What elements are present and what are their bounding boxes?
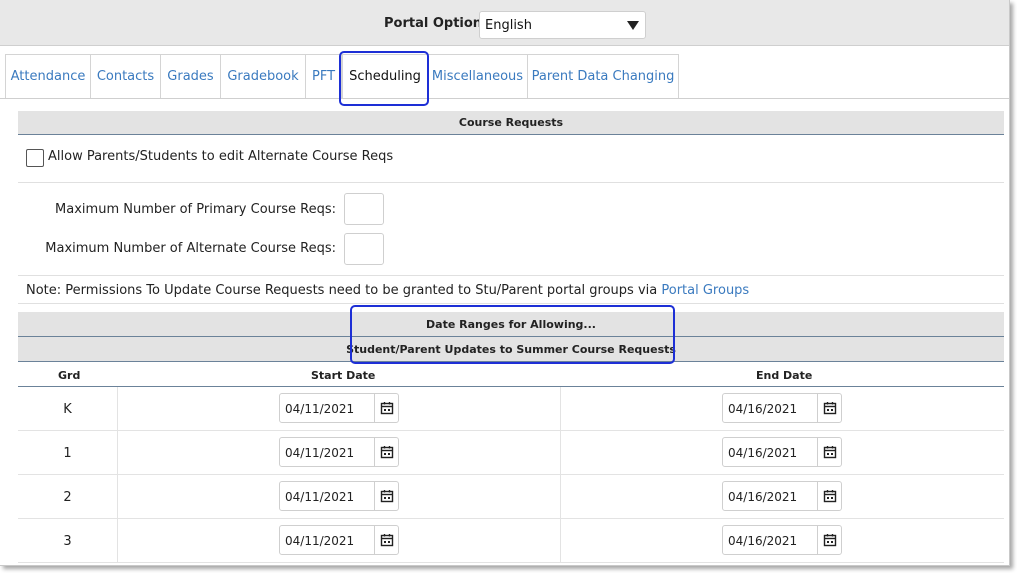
calendar-icon[interactable] bbox=[817, 438, 841, 466]
tab-pft[interactable]: PFT bbox=[305, 54, 342, 98]
start-date-input[interactable]: 04/11/2021 bbox=[279, 437, 399, 467]
divider bbox=[18, 182, 1004, 183]
date-table-header: Grd Start Date End Date bbox=[18, 363, 1004, 387]
calendar-icon[interactable] bbox=[374, 438, 398, 466]
start-date-input[interactable]: 04/11/2021 bbox=[279, 393, 399, 423]
calendar-icon[interactable] bbox=[374, 394, 398, 422]
end-date-value: 04/16/2021 bbox=[728, 446, 798, 460]
date-ranges-highlight bbox=[350, 305, 675, 364]
portal-groups-link[interactable]: Portal Groups bbox=[661, 283, 749, 298]
tab-grades[interactable]: Grades bbox=[160, 54, 221, 98]
allow-alternate-checkbox[interactable] bbox=[26, 149, 44, 167]
portal-options-bar: Portal Options: English bbox=[0, 0, 1009, 46]
dropdown-arrow-icon bbox=[627, 21, 639, 30]
table-row: 2 04/11/2021 04/16/2021 bbox=[18, 475, 1004, 519]
permissions-note: Note: Permissions To Update Course Reque… bbox=[26, 283, 749, 298]
end-date-input[interactable]: 04/16/2021 bbox=[722, 525, 842, 555]
calendar-icon[interactable] bbox=[374, 482, 398, 510]
calendar-icon[interactable] bbox=[374, 526, 398, 554]
grade-cell: 1 bbox=[18, 431, 118, 475]
divider bbox=[18, 275, 1004, 276]
start-date-value: 04/11/2021 bbox=[285, 534, 355, 548]
start-date-value: 04/11/2021 bbox=[285, 446, 355, 460]
max-primary-input[interactable] bbox=[344, 193, 384, 225]
col-start-date: Start Date bbox=[311, 369, 376, 382]
col-end-date: End Date bbox=[756, 369, 813, 382]
max-alternate-input[interactable] bbox=[344, 233, 384, 265]
grade-cell: 2 bbox=[18, 475, 118, 519]
end-date-input[interactable]: 04/16/2021 bbox=[722, 481, 842, 511]
start-date-value: 04/11/2021 bbox=[285, 490, 355, 504]
tab-miscellaneous[interactable]: Miscellaneous bbox=[427, 54, 528, 98]
tab-attendance[interactable]: Attendance bbox=[5, 54, 91, 98]
col-grade: Grd bbox=[58, 369, 81, 382]
calendar-icon[interactable] bbox=[817, 526, 841, 554]
scheduling-tab-highlight bbox=[339, 51, 429, 106]
end-date-input[interactable]: 04/16/2021 bbox=[722, 393, 842, 423]
end-date-value: 04/16/2021 bbox=[728, 402, 798, 416]
max-primary-label: Maximum Number of Primary Course Reqs: bbox=[55, 202, 336, 217]
tab-contacts[interactable]: Contacts bbox=[90, 54, 161, 98]
start-date-input[interactable]: 04/11/2021 bbox=[279, 525, 399, 555]
end-date-value: 04/16/2021 bbox=[728, 490, 798, 504]
divider bbox=[18, 303, 1004, 304]
max-alternate-label: Maximum Number of Alternate Course Reqs: bbox=[45, 241, 336, 256]
start-date-value: 04/11/2021 bbox=[285, 402, 355, 416]
language-select-value: English bbox=[485, 18, 532, 33]
start-date-input[interactable]: 04/11/2021 bbox=[279, 481, 399, 511]
table-row: K 04/11/2021 04/16/2021 bbox=[18, 387, 1004, 431]
calendar-icon[interactable] bbox=[817, 482, 841, 510]
table-row: 3 04/11/2021 04/16/2021 bbox=[18, 519, 1004, 563]
end-date-value: 04/16/2021 bbox=[728, 534, 798, 548]
scheduling-settings-panel: Portal Options: English Attendance Conta… bbox=[0, 0, 1010, 566]
tab-gradebook[interactable]: Gradebook bbox=[220, 54, 306, 98]
note-text: Note: Permissions To Update Course Reque… bbox=[26, 283, 658, 298]
end-date-input[interactable]: 04/16/2021 bbox=[722, 437, 842, 467]
course-requests-title: Course Requests bbox=[458, 116, 564, 129]
settings-tabs: Attendance Contacts Grades Gradebook PFT… bbox=[0, 46, 1009, 99]
language-select[interactable]: English bbox=[479, 11, 646, 39]
course-requests-header: Course Requests bbox=[18, 111, 1004, 135]
table-row: 1 04/11/2021 04/16/2021 bbox=[18, 431, 1004, 475]
grade-cell: K bbox=[18, 387, 118, 431]
allow-alternate-label: Allow Parents/Students to edit Alternate… bbox=[48, 149, 394, 164]
grade-cell: 3 bbox=[18, 519, 118, 563]
tab-parent-data-changing[interactable]: Parent Data Changing bbox=[527, 54, 679, 98]
calendar-icon[interactable] bbox=[817, 394, 841, 422]
